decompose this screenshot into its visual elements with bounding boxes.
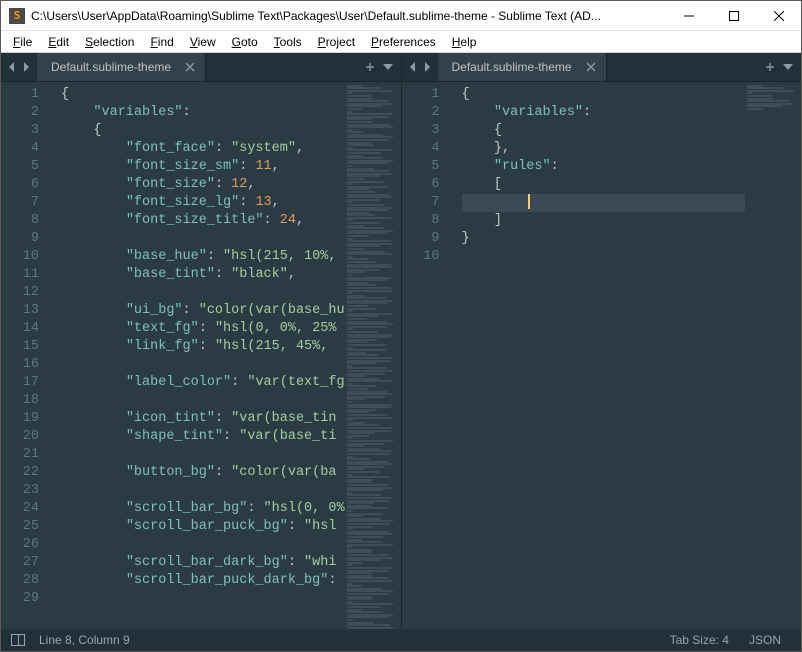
tab-forward-icon (422, 62, 432, 72)
menu-goto[interactable]: Goto (224, 33, 266, 51)
gutter-right: 12345678910 (402, 82, 454, 629)
gutter-left: 1234567891011121314151617181920212223242… (1, 82, 53, 629)
new-tab-icon[interactable] (765, 62, 775, 72)
window-controls (666, 1, 801, 30)
tabbar-right: Default.sublime-theme (402, 53, 802, 82)
pane-right: Default.sublime-theme 12345678910 { "var… (402, 53, 802, 629)
window-title: C:\Users\User\AppData\Roaming\Sublime Te… (31, 9, 666, 23)
minimap-left[interactable] (345, 82, 401, 629)
editor-area: Default.sublime-theme 123456789101112131… (1, 53, 801, 629)
close-button[interactable] (756, 1, 801, 30)
status-tab-size[interactable]: Tab Size: 4 (660, 633, 739, 647)
tab-close-icon[interactable] (185, 62, 195, 72)
tab-forward-icon (21, 62, 31, 72)
tab-label: Default.sublime-theme (51, 60, 171, 74)
minimap-right[interactable] (745, 82, 801, 629)
menu-project[interactable]: Project (310, 33, 363, 51)
panel-switcher-icon[interactable] (11, 634, 25, 646)
code-area-left[interactable]: 1234567891011121314151617181920212223242… (1, 82, 401, 629)
tab-active-left[interactable]: Default.sublime-theme (37, 53, 206, 81)
pane-left: Default.sublime-theme 123456789101112131… (1, 53, 401, 629)
tab-history-nav[interactable] (1, 53, 37, 81)
menu-selection[interactable]: Selection (77, 33, 142, 51)
tab-dropdown-icon[interactable] (783, 62, 793, 72)
menu-file[interactable]: File (5, 33, 40, 51)
menu-help[interactable]: Help (444, 33, 485, 51)
status-position[interactable]: Line 8, Column 9 (29, 633, 140, 647)
tab-label: Default.sublime-theme (452, 60, 572, 74)
app-icon: S (9, 8, 25, 24)
tab-close-icon[interactable] (586, 62, 596, 72)
statusbar: Line 8, Column 9 Tab Size: 4 JSON (1, 629, 801, 651)
titlebar: S C:\Users\User\AppData\Roaming\Sublime … (1, 1, 801, 31)
maximize-button[interactable] (711, 1, 756, 30)
menu-find[interactable]: Find (142, 33, 181, 51)
menubar: FileEditSelectionFindViewGotoToolsProjec… (1, 31, 801, 53)
minimize-button[interactable] (666, 1, 711, 30)
tabbar-left: Default.sublime-theme (1, 53, 401, 82)
tab-active-right[interactable]: Default.sublime-theme (438, 53, 607, 81)
menu-edit[interactable]: Edit (40, 33, 77, 51)
tab-back-icon (408, 62, 418, 72)
menu-tools[interactable]: Tools (266, 33, 310, 51)
code-area-right[interactable]: 12345678910 { "variables": { }, "rules":… (402, 82, 802, 629)
menu-view[interactable]: View (182, 33, 224, 51)
menu-preferences[interactable]: Preferences (363, 33, 444, 51)
tab-actions-left (357, 53, 401, 81)
status-syntax[interactable]: JSON (739, 633, 791, 647)
tab-actions-right (757, 53, 801, 81)
tab-dropdown-icon[interactable] (383, 62, 393, 72)
tab-history-nav[interactable] (402, 53, 438, 81)
tab-back-icon (7, 62, 17, 72)
new-tab-icon[interactable] (365, 62, 375, 72)
